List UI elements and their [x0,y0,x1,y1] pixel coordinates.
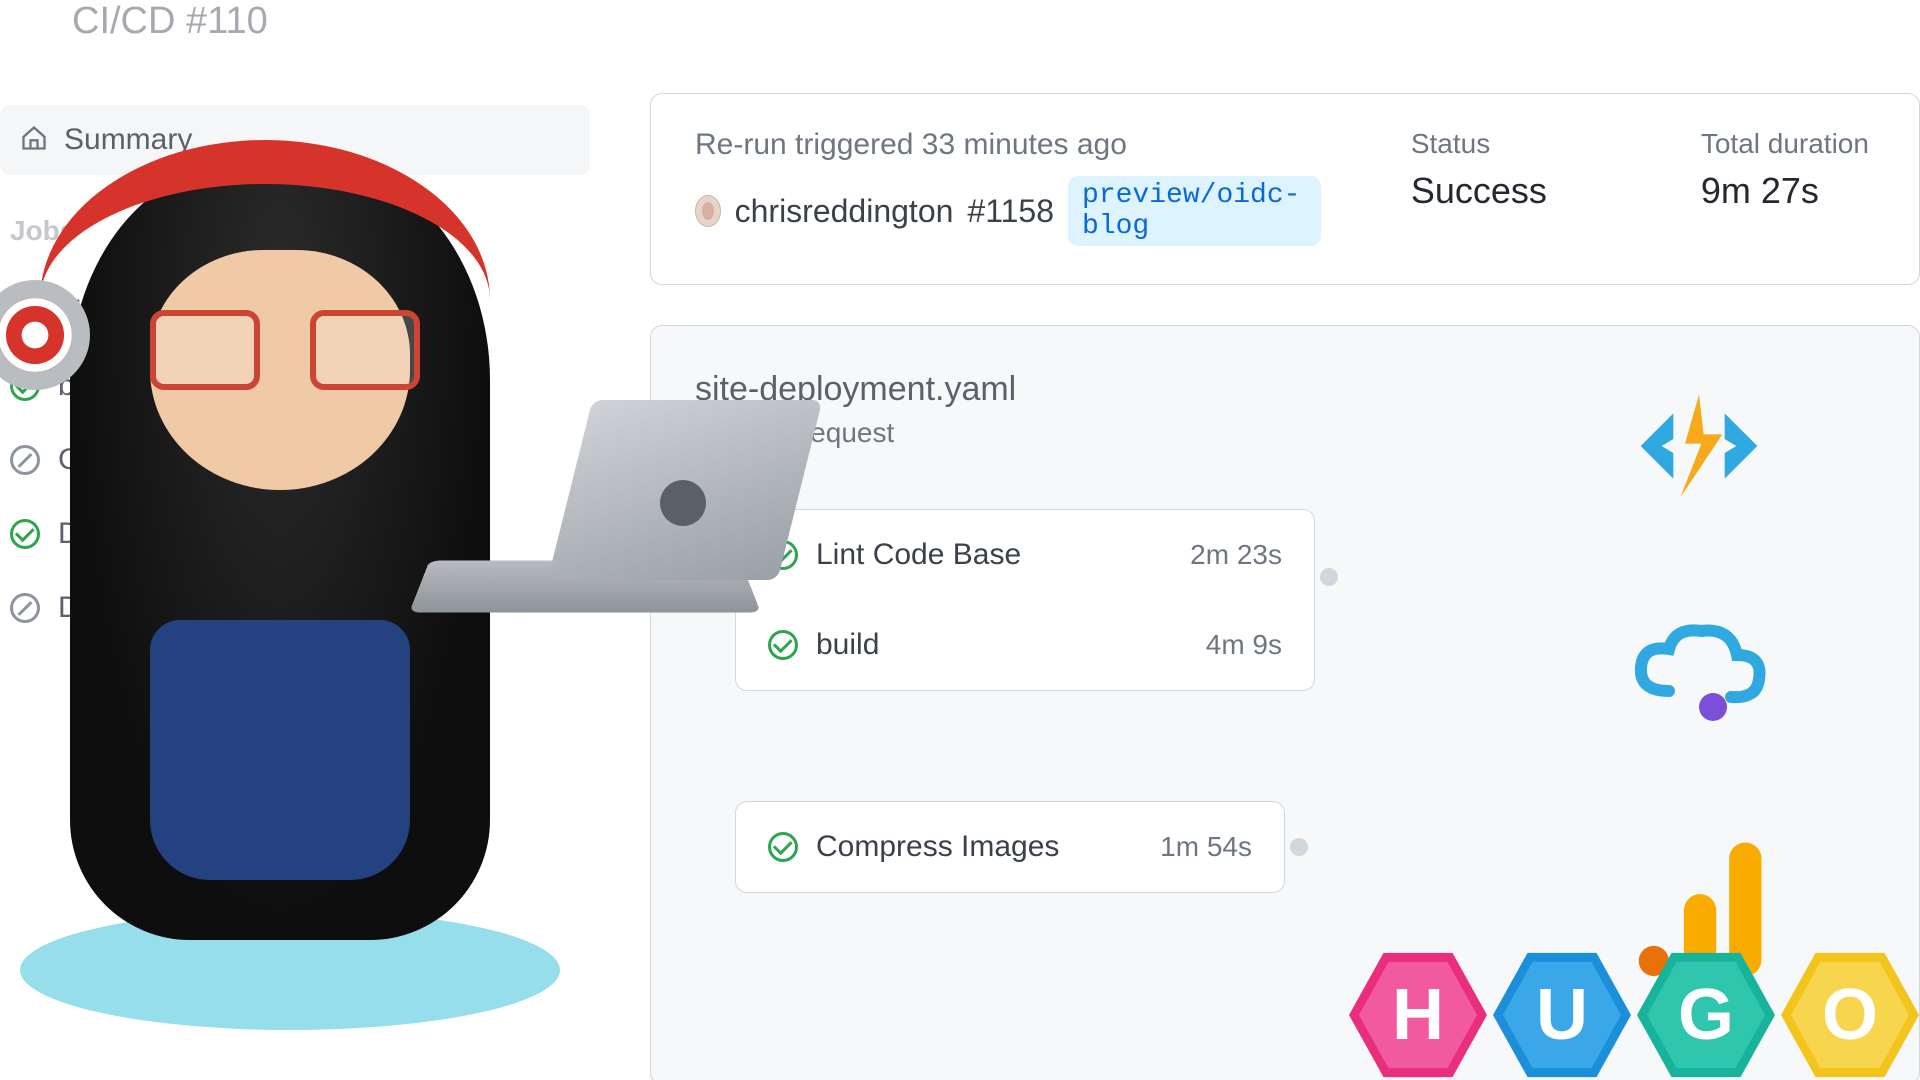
job-label: Lint Code Base [58,295,263,329]
check-icon [768,832,798,862]
hugo-hex-g: G [1637,946,1775,1080]
job-row-deploy[interactable]: Deploy [0,571,600,645]
step-name: Lint Code Base [816,538,1021,572]
step-name: Compress Images [816,830,1059,864]
stat-value: Success [1411,170,1611,212]
check-icon [768,630,798,660]
check-icon [10,297,40,327]
jobs-heading: Jobs [10,215,600,247]
run-summary-card: Re-run triggered 33 minutes ago chrisred… [650,93,1920,285]
step-duration: 2m 23s [1190,539,1282,571]
connector-dot [1320,568,1338,586]
step-duration: 4m 9s [1206,629,1282,661]
actor-line: chrisreddington #1158 preview/oidc-blog [695,176,1321,246]
connector-dot [1290,838,1308,856]
sidebar-summary-item[interactable]: Summary [0,105,590,175]
actor-name[interactable]: chrisreddington [735,193,954,230]
run-number: #110 [186,0,268,42]
hugo-hex-h: H [1349,946,1487,1080]
job-label: Close Pull Request [58,443,313,477]
hugo-hex-u: U [1493,946,1631,1080]
job-row-close-pr[interactable]: Close Pull Request [0,423,600,497]
sidebar: Summary Jobs Lint Code Base build Close … [0,105,600,645]
workflow-name: CI/CD [72,0,175,42]
check-icon [10,519,40,549]
azure-webpubsub-icon [1629,616,1769,736]
stat-label: Status [1411,128,1611,160]
job-row-lint[interactable]: Lint Code Base [0,275,600,349]
branch-pill[interactable]: preview/oidc-blog [1068,176,1321,246]
stat-duration: Total duration 9m 27s [1701,128,1901,212]
pr-link[interactable]: #1158 [967,193,1054,230]
workflow-title: CI/CD #110 [72,0,268,43]
check-icon [768,540,798,570]
hugo-hex-o: O [1781,946,1919,1080]
step-group-2: Compress Images 1m 54s [735,801,1285,893]
skip-icon [10,445,40,475]
job-row-build[interactable]: build [0,349,600,423]
hugo-logo: H U G O [1349,946,1919,1080]
skip-icon [10,593,40,623]
avatar[interactable] [695,195,721,227]
service-icons [1629,386,1769,966]
job-label: Deploy [58,591,151,625]
job-label: Deploy (Preview) [58,517,286,551]
stat-label: Total duration [1701,128,1901,160]
step-lint[interactable]: Lint Code Base 2m 23s [736,510,1314,600]
step-duration: 1m 54s [1160,831,1252,863]
job-label: build [58,369,121,403]
main-column: Re-run triggered 33 minutes ago chrisred… [650,93,1920,1080]
jobs-graph-card: site-deployment.yaml on: pull_request Li… [650,325,1920,1080]
stat-value: 9m 27s [1701,170,1901,212]
trigger-text: Re-run triggered 33 minutes ago [695,128,1321,162]
check-icon [10,371,40,401]
step-group-1: Lint Code Base 2m 23s build 4m 9s [735,509,1315,691]
sidebar-summary-label: Summary [64,123,192,157]
job-row-deploy-preview[interactable]: Deploy (Preview) [0,497,600,571]
home-icon [20,124,48,157]
stat-status: Status Success [1411,128,1611,212]
azure-functions-icon [1629,386,1769,506]
step-build[interactable]: build 4m 9s [736,600,1314,690]
step-name: build [816,628,879,662]
step-compress[interactable]: Compress Images 1m 54s [736,802,1284,892]
